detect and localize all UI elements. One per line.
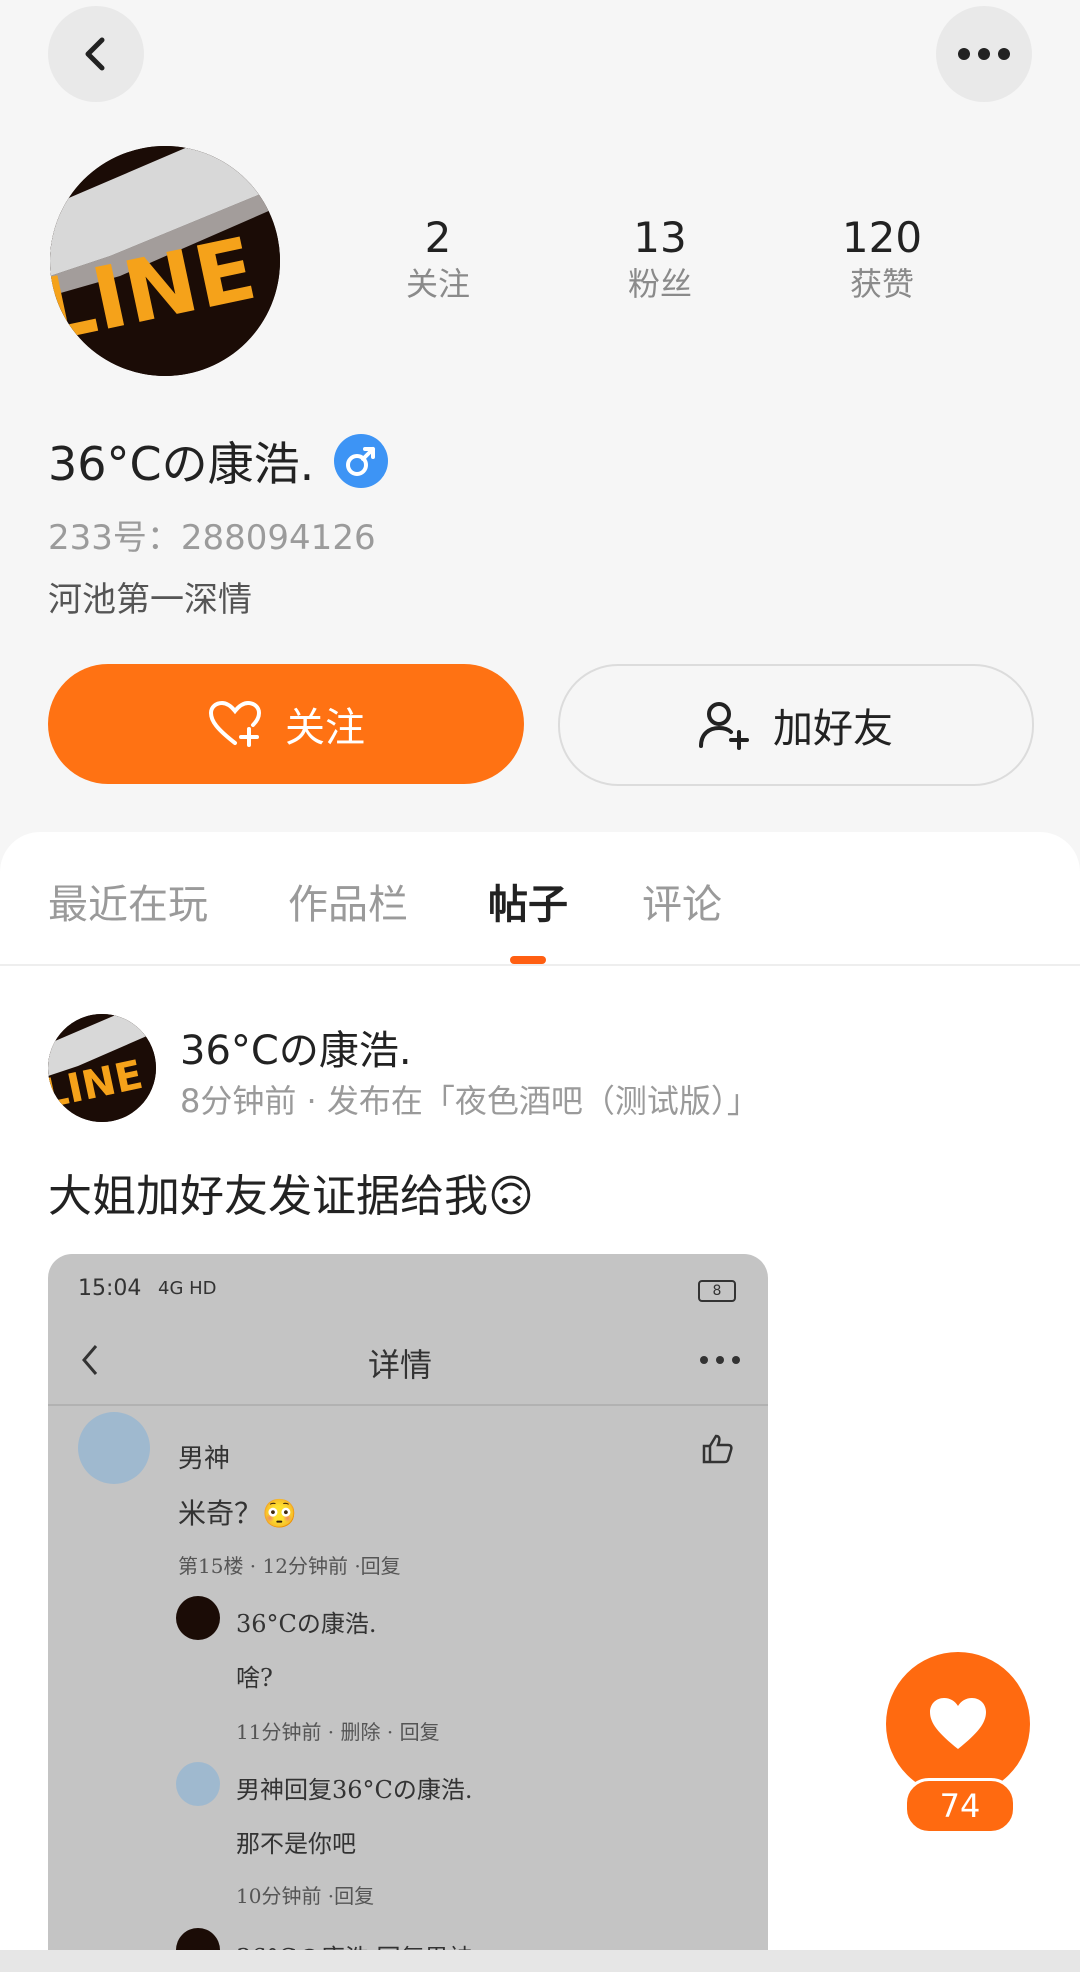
chevron-left-icon — [85, 37, 105, 71]
like-count: 74 — [904, 1778, 1016, 1834]
avatar-image: LINE — [48, 1014, 156, 1122]
stat-following-value: 2 — [424, 213, 452, 262]
follow-button[interactable]: 关注 — [48, 664, 524, 784]
tab-divider — [0, 964, 1080, 966]
back-button[interactable] — [48, 6, 144, 102]
follow-button-label: 关注 — [285, 705, 365, 751]
shot-comment-name: 男神 — [178, 1444, 231, 1474]
like-button[interactable] — [886, 1652, 1030, 1796]
shot-thumb-icon — [702, 1434, 733, 1464]
stat-following-label: 关注 — [405, 265, 470, 303]
avatar-image: LINE — [50, 146, 280, 376]
stat-likes-label: 获赞 — [849, 265, 914, 303]
shot-divider — [48, 1404, 768, 1406]
male-icon — [334, 434, 389, 488]
add-friend-button[interactable]: 加好友 — [558, 664, 1034, 786]
more-button[interactable] — [936, 6, 1032, 102]
user-id: 233号：288094126 — [48, 518, 376, 558]
shot-reply-meta: 10分钟前 ·回复 — [236, 1884, 375, 1908]
heart-plus-icon — [208, 700, 262, 747]
post-meta: 8分钟前 · 发布在「夜色酒吧（测试版）」 — [180, 1082, 759, 1120]
post-author-avatar[interactable]: LINE — [48, 1014, 156, 1122]
shot-time: 15:04 — [78, 1276, 142, 1301]
user-bio: 河池第一深情 — [48, 580, 252, 620]
more-dots-icon — [958, 48, 1010, 60]
shot-reply-name: 36°Cの康浩. — [236, 1610, 377, 1638]
heart-icon — [930, 1698, 986, 1749]
shot-reply-text: 那不是你吧 — [236, 1830, 356, 1858]
shot-title: 详情 — [368, 1346, 433, 1384]
shot-reply-text: 啥? — [236, 1664, 273, 1692]
shot-comment-text: 米奇？😳 — [178, 1497, 297, 1530]
profile-name: 36°Cの康浩. — [48, 437, 315, 491]
shot-reply-avatar — [176, 1596, 220, 1640]
shot-avatar — [78, 1412, 150, 1484]
stat-likes-value: 120 — [841, 213, 923, 262]
shot-back-icon — [82, 1345, 98, 1375]
shot-reply-name: 男神回复36°Cの康浩. — [236, 1776, 473, 1804]
shot-battery-icon: 8 — [698, 1280, 736, 1302]
shot-more-icon — [700, 1356, 740, 1364]
shot-comment-meta: 第15楼 · 12分钟前 ·回复 — [178, 1554, 401, 1578]
stat-fans[interactable]: 13 粉丝 — [590, 212, 730, 304]
profile-name-row: 36°Cの康浩. — [48, 428, 389, 494]
post-author-name[interactable]: 36°Cの康浩. — [180, 1018, 412, 1076]
shot-reply-meta: 11分钟前 · 删除 · 回复 — [236, 1720, 440, 1744]
avatar[interactable]: LINE — [50, 146, 280, 376]
post-text: 大姐加好友发证据给我🙃 — [48, 1171, 534, 1222]
shot-status: 4G HD — [158, 1278, 217, 1299]
add-friend-button-label: 加好友 — [773, 706, 893, 752]
stat-likes[interactable]: 120 获赞 — [812, 212, 952, 304]
stat-following[interactable]: 2 关注 — [368, 212, 508, 304]
tab-works[interactable]: 作品栏 — [288, 872, 408, 930]
tab-recent-play[interactable]: 最近在玩 — [48, 872, 208, 930]
stat-fans-value: 13 — [633, 213, 687, 262]
stat-fans-label: 粉丝 — [627, 265, 692, 303]
post-image[interactable]: 15:04 4G HD 8 详情 男神 米奇？😳 第15楼 · 12分钟前 ·回… — [48, 1254, 768, 1972]
shot-reply-avatar — [176, 1762, 220, 1806]
add-user-icon — [699, 702, 749, 750]
tab-posts[interactable]: 帖子 — [488, 872, 568, 930]
tab-comments[interactable]: 评论 — [642, 872, 722, 930]
bottom-bar — [0, 1950, 1080, 1972]
tab-indicator — [510, 956, 546, 964]
